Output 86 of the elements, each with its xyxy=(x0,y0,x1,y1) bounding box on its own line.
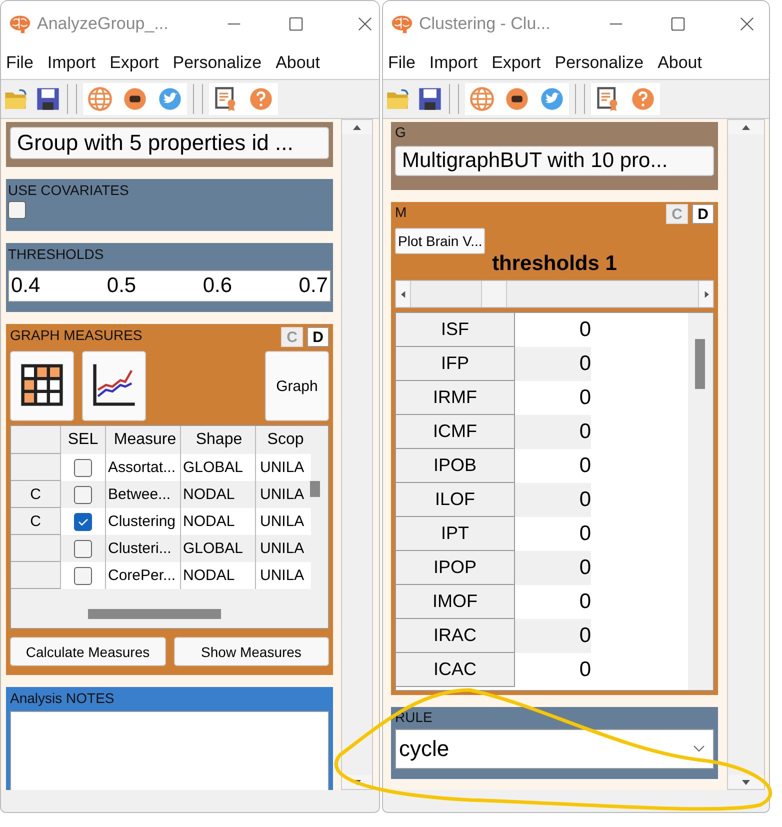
chat-icon[interactable] xyxy=(122,86,148,112)
row-header: IPT xyxy=(396,517,515,551)
checkbox[interactable] xyxy=(74,486,92,504)
menu-item[interactable]: About xyxy=(658,52,702,72)
menu-item[interactable]: File xyxy=(388,52,416,72)
table-cell: 0 xyxy=(515,483,591,517)
table-cell: 0 xyxy=(515,551,591,585)
panel-title: USE COVARIATES xyxy=(8,182,130,198)
column-header: Scop xyxy=(266,430,305,450)
close-icon[interactable] xyxy=(740,16,754,30)
notes-field[interactable] xyxy=(10,711,329,790)
table-cell: 0 xyxy=(515,347,591,381)
action-button[interactable]: Calculate Measures xyxy=(10,637,166,666)
table-cell-text: UNILA xyxy=(259,539,306,559)
row-header: IFP xyxy=(396,347,515,381)
checkbox[interactable] xyxy=(74,540,92,558)
chevron-down-icon xyxy=(693,745,705,753)
table-cell: CorePer... xyxy=(106,562,181,589)
row-header: IMOF xyxy=(396,585,515,619)
table-cell-text: UNILA xyxy=(259,485,306,505)
group-button[interactable]: Group with 5 properties id ... xyxy=(10,127,329,159)
menu-item[interactable]: Personalize xyxy=(172,52,262,72)
row-header: ILOF xyxy=(396,483,515,517)
row-header: ICMF xyxy=(396,415,515,449)
slider-thumb[interactable] xyxy=(481,281,508,307)
menu-item[interactable]: File xyxy=(6,52,34,72)
scrollbar-thumb[interactable] xyxy=(310,481,320,497)
row-header: IPOB xyxy=(396,449,515,483)
scrollbar-thumb[interactable] xyxy=(88,609,221,619)
rule-dropdown[interactable]: cycle xyxy=(395,729,714,769)
table-cell: NODAL xyxy=(181,562,256,589)
graph-button[interactable]: MultigraphBUT with 10 pro... xyxy=(395,146,714,176)
toggle-button[interactable]: D xyxy=(692,204,714,224)
panel-title: Analysis NOTES xyxy=(10,690,116,706)
menu-item[interactable]: Import xyxy=(47,52,96,72)
panel-title: M xyxy=(395,204,407,220)
slider[interactable] xyxy=(395,280,714,308)
scrollbar[interactable] xyxy=(727,119,765,790)
toolbar-grip xyxy=(67,84,77,114)
maximize-icon[interactable] xyxy=(289,16,303,30)
menu-item[interactable]: Export xyxy=(110,52,159,72)
table-icon[interactable] xyxy=(10,351,74,421)
slider-title: thresholds 1 xyxy=(491,252,618,276)
toolbar-grip xyxy=(193,84,203,114)
menu-item[interactable]: Personalize xyxy=(554,52,644,72)
menu-item[interactable]: Export xyxy=(492,52,541,72)
bird-icon[interactable] xyxy=(157,86,183,112)
menu-item[interactable]: Import xyxy=(429,52,478,72)
table-cell-text: UNILA xyxy=(259,458,306,478)
row-header: IPOP xyxy=(396,551,515,585)
table-cell-text: UNILA xyxy=(259,566,306,586)
plot-button[interactable]: Plot Brain V... xyxy=(395,228,486,254)
row-header: ISF xyxy=(396,313,515,347)
maximize-icon[interactable] xyxy=(671,16,685,30)
brain-icon xyxy=(9,14,31,34)
checkbox[interactable] xyxy=(8,201,26,219)
bird-icon[interactable] xyxy=(539,86,565,112)
toggle-button[interactable]: D xyxy=(307,327,329,347)
toolbar-grip xyxy=(449,84,459,114)
window-title: Clustering - Clu... xyxy=(419,14,552,34)
table-cell: 0 xyxy=(515,619,591,653)
row-header: IRAC xyxy=(396,619,515,653)
scrollbar[interactable] xyxy=(341,119,373,790)
menu-item[interactable]: About xyxy=(276,52,320,72)
row-header: ICAC xyxy=(396,653,515,687)
close-icon[interactable] xyxy=(358,16,372,30)
panel-title: G xyxy=(395,124,407,140)
thresholds-field[interactable]: 0.4 0.5 0.6 0.7 xyxy=(8,270,331,302)
brain-icon xyxy=(391,14,413,34)
row-header: C xyxy=(11,481,61,508)
panel-title: GRAPH MEASURES xyxy=(10,327,142,343)
graph-button[interactable]: Graph xyxy=(265,351,329,421)
table-cell-text: UNILA xyxy=(259,512,306,532)
row-header: C xyxy=(11,508,61,535)
checkbox[interactable] xyxy=(74,458,92,476)
row-header: IRMF xyxy=(396,381,515,415)
line-chart-icon[interactable] xyxy=(82,351,146,421)
panel-title: THRESHOLDS xyxy=(8,246,105,262)
toolbar-grip xyxy=(575,84,585,114)
action-button[interactable]: Show Measures xyxy=(174,637,329,666)
table-cell: 0 xyxy=(515,415,591,449)
checkbox[interactable] xyxy=(74,512,92,530)
checkbox[interactable] xyxy=(74,566,92,584)
window-title: AnalyzeGroup_... xyxy=(37,14,170,34)
chat-icon[interactable] xyxy=(504,86,530,112)
scrollbar-thumb[interactable] xyxy=(695,339,705,389)
